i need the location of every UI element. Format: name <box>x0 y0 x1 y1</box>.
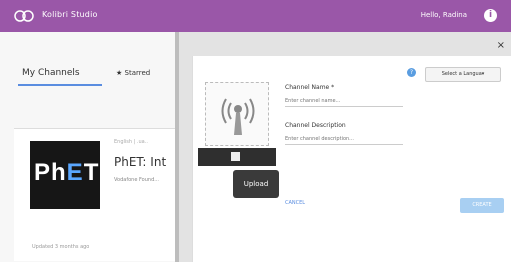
help-icon[interactable]: ? <box>407 68 416 77</box>
antenna-placeholder-icon <box>221 98 255 135</box>
app-title[interactable]: Kolibri Studio <box>42 10 98 19</box>
tab-my-channels[interactable]: My Channels <box>22 68 80 78</box>
user-greeting[interactable]: Hello, Radina <box>421 11 467 19</box>
channel-description-input[interactable] <box>285 134 403 145</box>
channel-card[interactable]: PhET English | .ua.. PhET: Int Vodafone … <box>14 128 178 261</box>
tab-starred-label: Starred <box>124 69 151 77</box>
phet-logo: PhET <box>34 159 100 186</box>
top-bar: Kolibri Studio Hello, Radina i <box>0 0 511 32</box>
channel-owner: Vodafone Found... <box>114 177 160 183</box>
kolibri-logo-icon[interactable] <box>14 7 34 25</box>
channel-tabs: My Channels ★ Starred <box>0 62 178 92</box>
channel-description-label: Channel Description <box>285 122 346 129</box>
channel-list-page: My Channels ★ Starred PhET English | .ua… <box>0 32 178 262</box>
cancel-button[interactable]: CANCEL <box>285 200 305 206</box>
star-icon: ★ <box>116 69 123 77</box>
channel-name-label: Channel Name * <box>285 84 335 91</box>
channel-language: English | .ua.. <box>114 139 148 145</box>
info-icon[interactable]: i <box>484 9 497 22</box>
channel-title: PhET: Int <box>114 155 167 169</box>
channel-name-input[interactable] <box>285 96 403 107</box>
panel-divider[interactable] <box>175 32 179 262</box>
upload-button[interactable] <box>198 148 276 166</box>
active-tab-indicator <box>18 84 102 86</box>
camera-icon <box>231 152 240 161</box>
create-button[interactable]: CREATE <box>460 198 504 213</box>
channel-updated: Updated 3 months ago <box>32 244 90 250</box>
language-select[interactable]: Select a Langua▾ <box>425 67 501 82</box>
new-channel-panel: Upload ? Select a Langua▾ Channel Name *… <box>192 56 511 262</box>
thumbnail-dropzone[interactable] <box>205 82 269 146</box>
channel-thumbnail: PhET <box>30 141 100 209</box>
close-icon[interactable]: × <box>497 40 505 51</box>
tab-starred[interactable]: ★ Starred <box>116 69 150 77</box>
upload-tooltip: Upload <box>233 170 279 198</box>
